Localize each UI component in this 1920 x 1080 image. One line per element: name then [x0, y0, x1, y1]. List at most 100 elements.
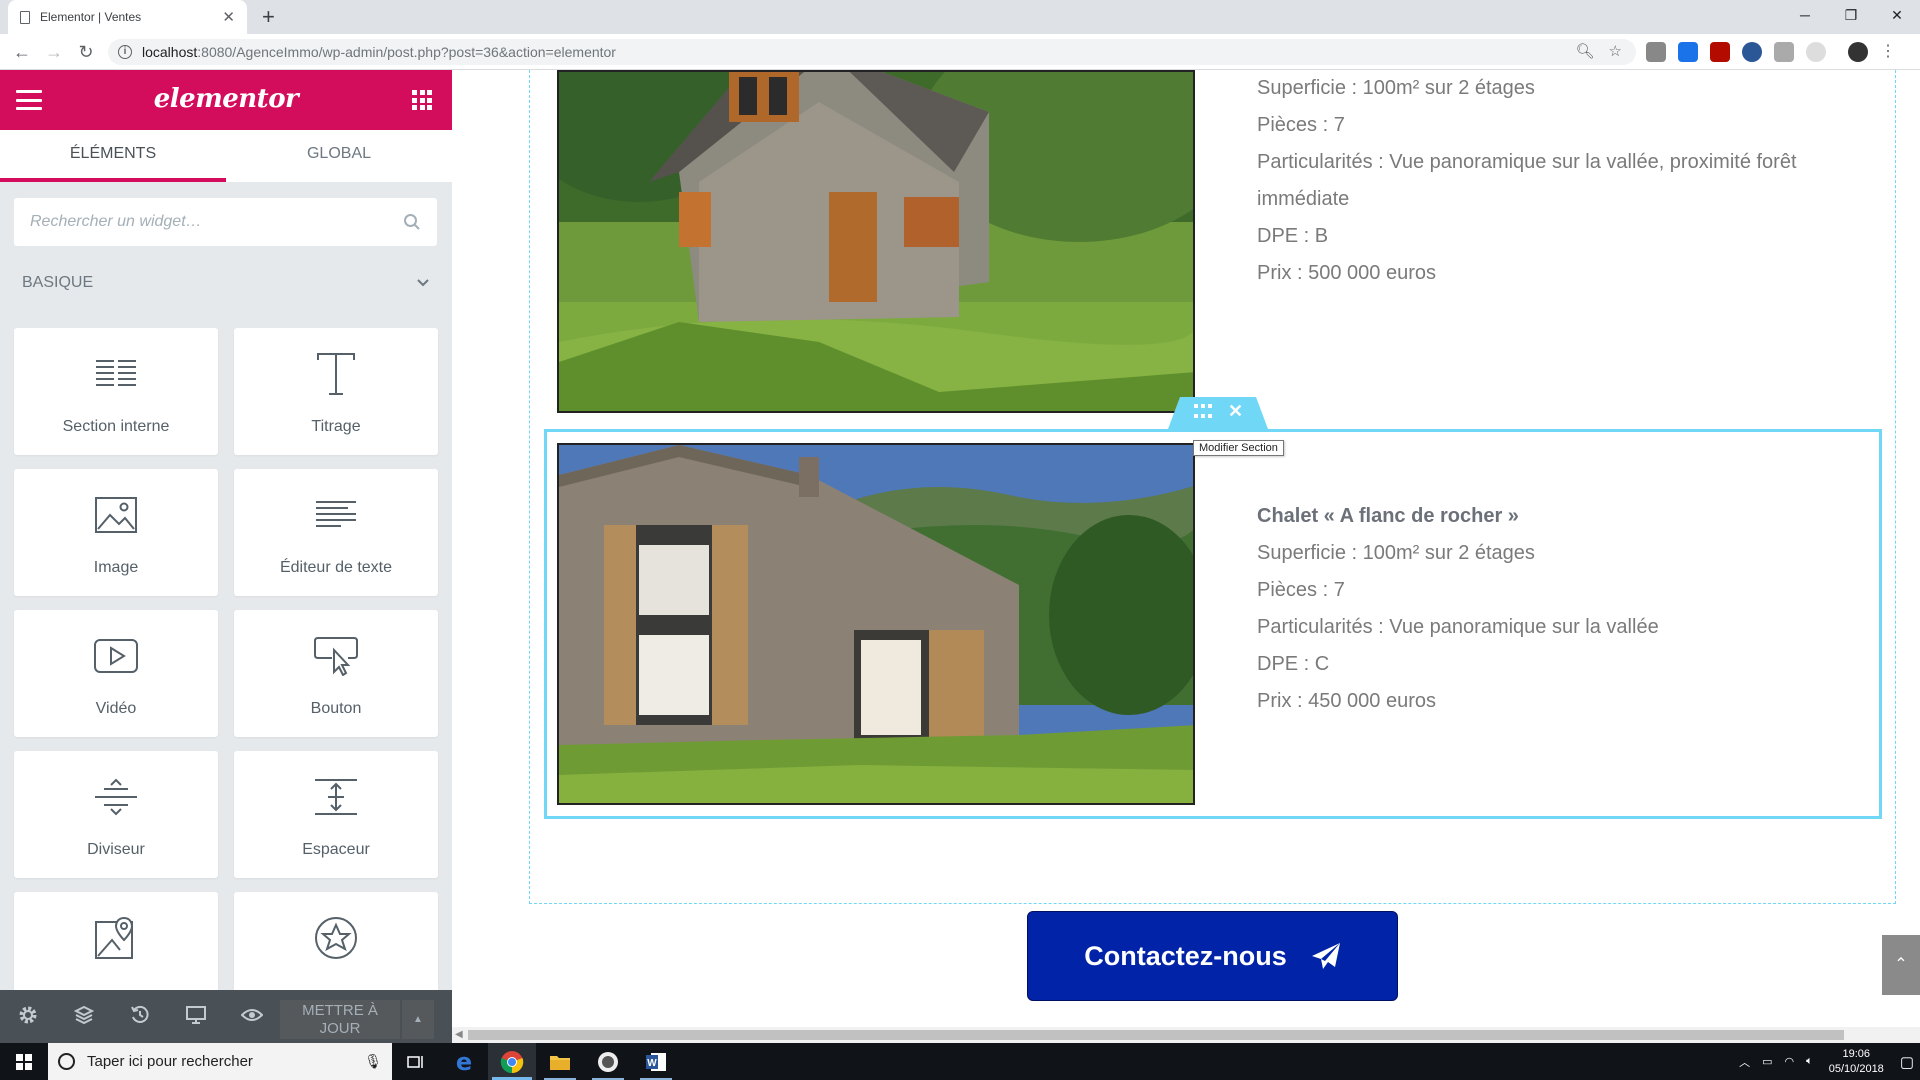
- clock-date: 05/10/2018: [1828, 1062, 1884, 1075]
- contact-button-label: Contactez-nous: [1084, 940, 1287, 971]
- extension-equalizer-icon[interactable]: [1646, 42, 1666, 62]
- extension-globe-icon[interactable]: [1742, 42, 1762, 62]
- url-host: localhost: [142, 44, 198, 60]
- text-editor-icon: [312, 491, 360, 539]
- widget-video[interactable]: Vidéo: [14, 610, 218, 737]
- extension-pdf-icon[interactable]: [1710, 42, 1730, 62]
- widget-section-interne[interactable]: Section interne: [14, 328, 218, 455]
- windows-logo-icon: [16, 1053, 32, 1070]
- menu-dots-icon[interactable]: ⋮: [1880, 42, 1896, 62]
- back-button[interactable]: ←: [10, 40, 34, 64]
- tray-chevron-up-icon[interactable]: ︿: [1739, 1054, 1750, 1070]
- responsive-desktop-icon[interactable]: [168, 1006, 224, 1029]
- elementor-panel: elementor ÉLÉMENTS GLOBAL BASIQUE Sectio…: [0, 70, 452, 1045]
- history-icon[interactable]: [112, 1005, 168, 1030]
- update-button[interactable]: METTRE À JOUR: [280, 1000, 400, 1039]
- widgets-grid-icon[interactable]: [412, 90, 432, 110]
- browser-toolbar: ← → ↻ i localhost:8080/AgenceImmo/wp-adm…: [0, 34, 1920, 70]
- horizontal-scrollbar-thumb[interactable]: [468, 1030, 1844, 1040]
- video-icon: [92, 632, 140, 680]
- browser-tabstrip: Elementor | Ventes ✕ + ─ ❐ ✕: [0, 0, 1920, 34]
- taskbar-chrome[interactable]: [488, 1043, 536, 1080]
- widget-bouton[interactable]: Bouton: [234, 610, 438, 737]
- taskbar-search-box[interactable]: Taper ici pour rechercher 🎙︎: [48, 1043, 392, 1080]
- chevron-up-icon: ⌃: [1894, 956, 1908, 973]
- extension-blue-icon[interactable]: [1678, 42, 1698, 62]
- close-window-button[interactable]: ✕: [1874, 0, 1920, 30]
- extension-grey-icon[interactable]: [1806, 42, 1826, 62]
- task-view-icon: [407, 1055, 423, 1068]
- category-title: BASIQUE: [22, 274, 94, 291]
- notifications-icon[interactable]: ▢: [1900, 1053, 1914, 1071]
- spacer-icon: [312, 773, 360, 821]
- maximize-button[interactable]: ❐: [1828, 0, 1874, 30]
- zoom-icon[interactable]: 🔍︎: [1576, 42, 1595, 60]
- minimize-button[interactable]: ─: [1782, 0, 1828, 30]
- horizontal-scrollbar[interactable]: ◀: [452, 1027, 1920, 1043]
- search-icon: [404, 214, 420, 230]
- widget-editeur-texte[interactable]: Éditeur de texte: [234, 469, 438, 596]
- reload-button[interactable]: ↻: [74, 40, 98, 64]
- close-tab-icon[interactable]: ✕: [222, 8, 235, 26]
- microphone-icon[interactable]: 🎙︎: [364, 1053, 382, 1070]
- scroll-left-arrow-icon[interactable]: ◀: [455, 1029, 463, 1040]
- widget-diviseur[interactable]: Diviseur: [14, 751, 218, 878]
- widget-label: Diviseur: [87, 841, 145, 858]
- widget-image[interactable]: Image: [14, 469, 218, 596]
- navigator-layers-icon[interactable]: [56, 1005, 112, 1030]
- widget-espaceur[interactable]: Espaceur: [234, 751, 438, 878]
- browser-tab[interactable]: Elementor | Ventes ✕: [8, 0, 247, 34]
- cortana-circle-icon: [58, 1053, 75, 1070]
- widget-titrage[interactable]: Titrage: [234, 328, 438, 455]
- category-basique[interactable]: BASIQUE: [22, 274, 430, 292]
- task-view-button[interactable]: [392, 1043, 440, 1080]
- windows-taskbar: Taper ici pour rechercher 🎙︎ e W ︿ ▭ ◠ 🔈…: [0, 1043, 1920, 1080]
- listing-2-line: DPE : C: [1257, 653, 1330, 675]
- profile-avatar[interactable]: [1848, 42, 1868, 62]
- clock[interactable]: 19:06 05/10/2018: [1829, 1047, 1884, 1077]
- url-path: :8080/AgenceImmo/wp-admin/post.php?post=…: [197, 44, 616, 60]
- taskbar-file-explorer[interactable]: [536, 1043, 584, 1080]
- section-delete-icon[interactable]: ✕: [1228, 401, 1243, 422]
- scroll-to-top-button[interactable]: ⌃: [1882, 935, 1920, 995]
- image-icon: [92, 491, 140, 539]
- section-move-icon[interactable]: [1194, 404, 1212, 420]
- caret-up-icon[interactable]: ▲: [402, 1000, 434, 1039]
- window-controls: ─ ❐ ✕: [1782, 0, 1920, 30]
- widget-search-input[interactable]: [30, 213, 403, 231]
- taskbar-app-elephant[interactable]: [584, 1043, 632, 1080]
- contact-button[interactable]: Contactez-nous: [1027, 911, 1398, 1001]
- star-icon: [312, 914, 360, 962]
- new-tab-button[interactable]: +: [262, 4, 275, 30]
- listing-photo-1[interactable]: [557, 70, 1195, 413]
- tab-global[interactable]: GLOBAL: [226, 130, 452, 182]
- panel-tabs: ÉLÉMENTS GLOBAL: [0, 130, 452, 182]
- info-icon[interactable]: i: [118, 45, 132, 59]
- bookmark-star-icon[interactable]: ☆: [1609, 42, 1622, 60]
- google-maps-icon: [92, 914, 140, 962]
- extension-eyedropper-icon[interactable]: [1774, 42, 1794, 62]
- settings-gear-icon[interactable]: [0, 1005, 56, 1030]
- svg-text:W: W: [647, 1058, 657, 1069]
- volume-icon[interactable]: 🔈︎: [1806, 1055, 1813, 1068]
- tab-elements[interactable]: ÉLÉMENTS: [0, 130, 226, 182]
- tab-title: Elementor | Ventes: [40, 10, 142, 24]
- folder-icon: [550, 1055, 570, 1070]
- forward-button[interactable]: →: [42, 40, 66, 64]
- widget-label: Bouton: [310, 700, 362, 717]
- edge-icon: e: [455, 1047, 473, 1076]
- taskbar-word[interactable]: W: [632, 1043, 680, 1080]
- listing-2-title: Chalet « A flanc de rocher »: [1257, 505, 1519, 527]
- battery-icon[interactable]: ▭: [1762, 1055, 1772, 1068]
- listing-1-description: Superficie : 100m² sur 2 étages Pièces :…: [1257, 70, 1857, 292]
- publish-group: METTRE À JOUR ▲: [280, 1000, 434, 1039]
- start-button[interactable]: [0, 1043, 48, 1080]
- address-bar[interactable]: i localhost:8080/AgenceImmo/wp-admin/pos…: [108, 39, 1636, 65]
- listing-1-line: Pièces : 7: [1257, 114, 1345, 136]
- preview-eye-icon[interactable]: [224, 1008, 280, 1027]
- listing-1-line: DPE : B: [1257, 225, 1329, 247]
- taskbar-edge[interactable]: e: [440, 1043, 488, 1080]
- network-icon[interactable]: ◠: [1785, 1055, 1795, 1068]
- widget-search: [14, 198, 437, 246]
- listing-1-line: Particularités : Vue panoramique sur la …: [1257, 151, 1797, 210]
